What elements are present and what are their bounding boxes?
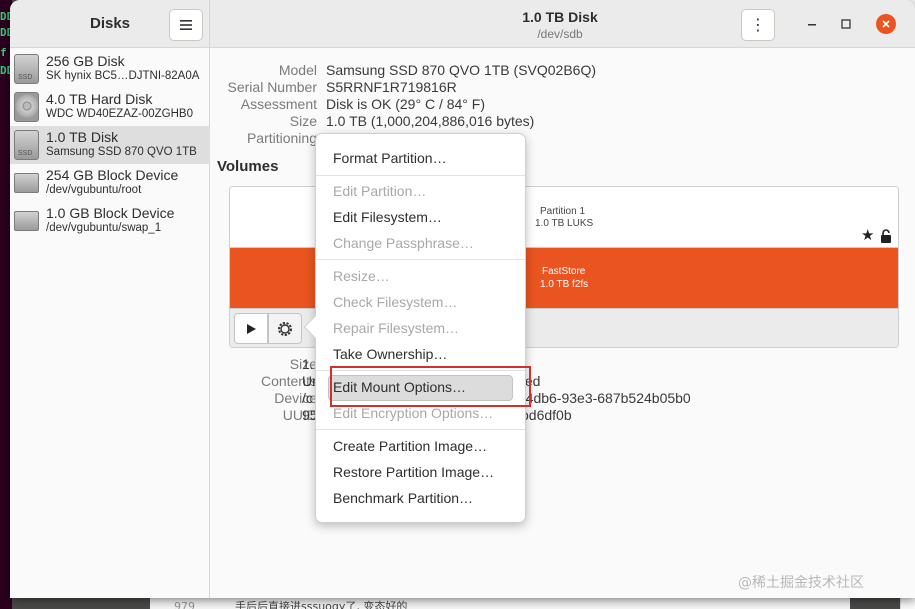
app-menu-button[interactable] <box>169 9 203 41</box>
background-editor-line: 979 手后后直接进sssuogy了, 变态好的 <box>150 598 850 609</box>
close-button[interactable] <box>876 14 896 34</box>
serial-value: S5RRNF1R719816R <box>326 79 457 95</box>
partition-name: Partition 1 <box>540 206 586 217</box>
drive-model: WDC WD40EZAZ-00ZGHB0 <box>46 108 193 120</box>
ssd-badge: SSD <box>18 150 33 157</box>
serial-label: Serial Number <box>227 79 317 95</box>
partition-options-button[interactable] <box>268 313 302 344</box>
menu-item-benchmark-partition[interactable]: Benchmark Partition… <box>333 490 473 506</box>
menu-item-create-partition-image[interactable]: Create Partition Image… <box>333 438 487 454</box>
drive-name: 256 GB Disk <box>46 53 125 69</box>
star-icon: ★ <box>861 227 875 244</box>
drive-model: /dev/vgubuntu/root <box>46 184 142 196</box>
size-label: Size <box>289 113 317 129</box>
drive-model: /dev/vgubuntu/swap_1 <box>46 222 162 234</box>
volumes-title: Volumes <box>217 158 279 175</box>
menu-item-edit-filesystem[interactable]: Edit Filesystem… <box>333 209 442 225</box>
drive-item[interactable]: SSD 256 GB Disk SK hynix BC5…DJTNI-82A0A <box>10 50 210 88</box>
block-device-icon <box>14 211 39 231</box>
menu-separator <box>316 259 525 260</box>
partitioning-label: Partitioning <box>246 130 317 146</box>
drive-name: 4.0 TB Hard Disk <box>46 91 153 107</box>
assessment-label: Assessment <box>240 96 317 112</box>
background-text: 手后后直接进sssuogy了, 变态好的 <box>235 600 408 609</box>
drive-item[interactable]: 4.0 TB Hard Disk WDC WD40EZAZ-00ZGHB0 <box>10 88 210 126</box>
uuid-value-tail: od6df0b <box>521 407 572 423</box>
partition-desc: 1.0 TB LUKS <box>535 218 594 229</box>
menu-item-format-partition[interactable]: Format Partition… <box>333 150 447 166</box>
menu-item-take-ownership[interactable]: Take Ownership… <box>333 346 447 362</box>
watermark: @稀土掘金技术社区 <box>738 575 864 591</box>
menu-separator <box>316 175 525 176</box>
model-value: Samsung SSD 870 QVO 1TB (SVQ02B6Q) <box>326 62 597 78</box>
drive-list: SSD 256 GB Disk SK hynix BC5…DJTNI-82A0A… <box>10 48 210 598</box>
drive-model: Samsung SSD 870 QVO 1TB <box>46 146 197 158</box>
menu-separator <box>316 429 525 430</box>
minimize-icon <box>808 24 816 26</box>
partition-options-menu: Format Partition… Edit Partition… Edit F… <box>315 133 526 523</box>
minimize-button[interactable] <box>802 14 822 34</box>
sidebar-title: Disks <box>90 15 131 32</box>
volume-size-value: 1. <box>302 356 314 372</box>
mount-button[interactable] <box>234 313 268 344</box>
drive-item-selected[interactable]: SSD 1.0 TB Disk Samsung SSD 870 QVO 1TB <box>10 126 210 164</box>
main-header: 1.0 TB Disk /dev/sdb ⋮ <box>210 0 915 48</box>
model-label: Model <box>278 62 317 78</box>
device-value: /c <box>302 390 313 406</box>
menu-item-restore-partition-image[interactable]: Restore Partition Image… <box>333 464 494 480</box>
unlock-icon <box>881 229 891 243</box>
device-value-tail: -4db6-93e3-687b524b05b0 <box>521 390 691 406</box>
menu-item-edit-partition: Edit Partition… <box>333 183 427 199</box>
size-value: 1.0 TB (1,000,204,886,016 bytes) <box>326 113 535 129</box>
kebab-menu-icon: ⋮ <box>750 17 766 34</box>
assessment-value: Disk is OK (29° C / 84° F) <box>326 96 486 112</box>
play-icon <box>247 323 256 334</box>
gear-icon <box>278 321 292 336</box>
annotation-highlight-box <box>330 366 531 407</box>
maximize-icon <box>841 19 851 29</box>
ssd-drive-icon: SSD <box>14 130 39 160</box>
menu-item-repair-filesystem: Repair Filesystem… <box>333 320 460 336</box>
drive-model: SK hynix BC5…DJTNI-82A0A <box>46 70 200 82</box>
filesystem-name: FastStore <box>542 266 586 277</box>
menu-item-edit-encryption-options: Edit Encryption Options… <box>333 405 494 421</box>
block-device-icon <box>14 173 39 193</box>
hard-disk-icon <box>14 92 39 122</box>
line-number: 979 <box>174 600 195 609</box>
menu-item-resize: Resize… <box>333 268 390 284</box>
sidebar-header: Disks <box>10 0 210 48</box>
close-icon <box>882 20 890 28</box>
ssd-drive-icon: SSD <box>14 54 39 84</box>
maximize-button[interactable] <box>836 14 856 34</box>
menu-item-check-filesystem: Check Filesystem… <box>333 294 458 310</box>
drive-name: 254 GB Block Device <box>46 167 179 183</box>
drive-name: 1.0 TB Disk <box>46 129 119 145</box>
hamburger-icon <box>180 20 192 30</box>
disks-window: Disks 1.0 TB Disk /dev/sdb ⋮ SSD 256 GB … <box>10 0 915 598</box>
menu-item-change-passphrase: Change Passphrase… <box>333 235 474 251</box>
drive-item[interactable]: 254 GB Block Device /dev/vgubuntu/root <box>10 164 210 202</box>
drive-name: 1.0 GB Block Device <box>46 205 175 221</box>
drive-item[interactable]: 1.0 GB Block Device /dev/vgubuntu/swap_1 <box>10 202 210 240</box>
terminal-text: f <box>0 46 7 59</box>
filesystem-desc: 1.0 TB f2fs <box>540 279 589 290</box>
ssd-badge: SSD <box>18 74 33 81</box>
drive-options-button[interactable]: ⋮ <box>741 9 775 41</box>
